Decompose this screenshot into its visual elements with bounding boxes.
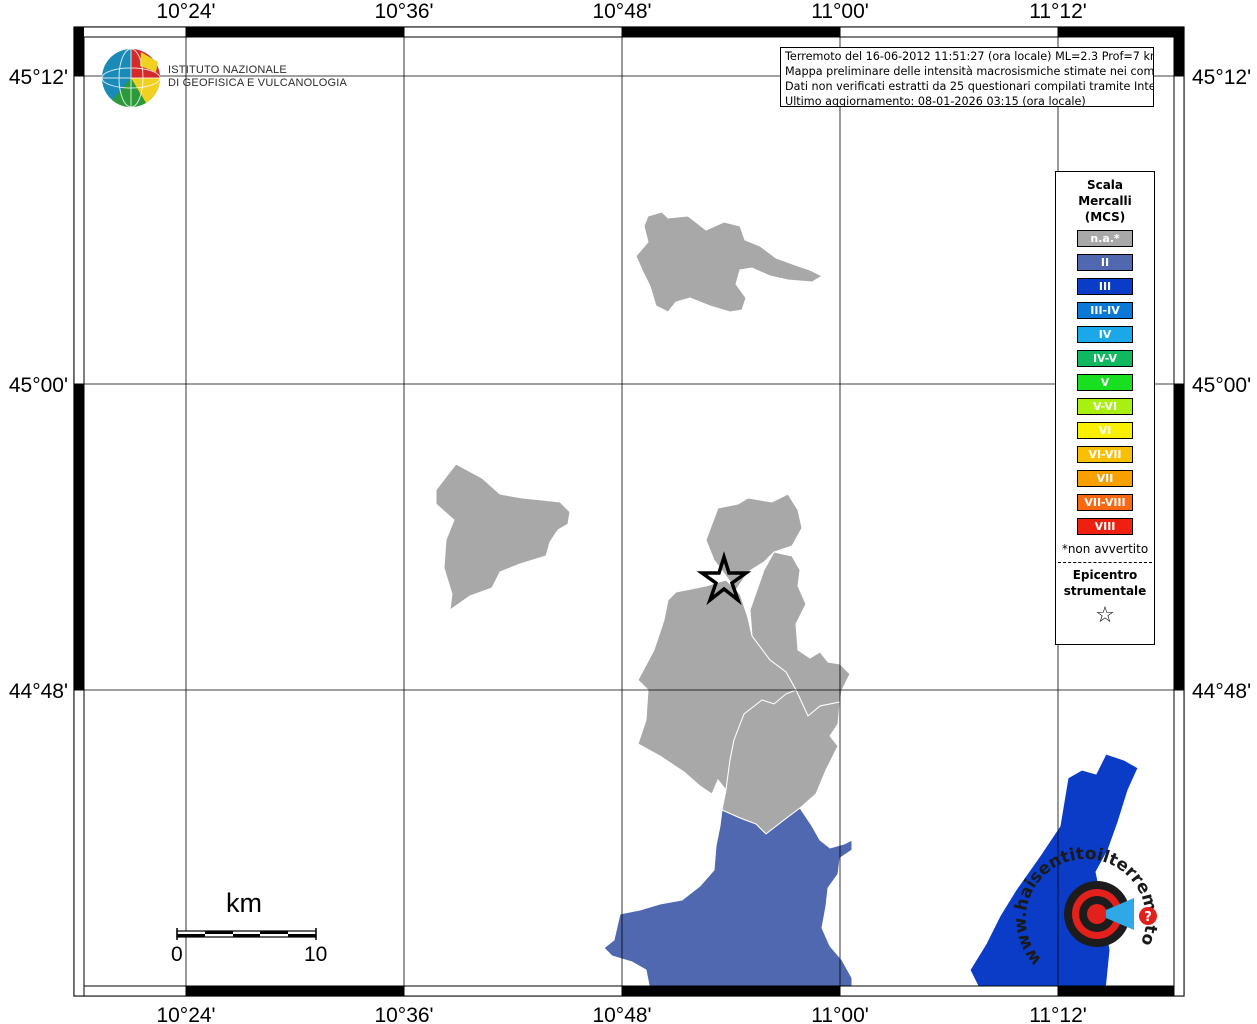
legend-swatch: IV: [1077, 326, 1133, 343]
lon-label: 11°00': [811, 0, 869, 23]
longitude-labels-top: 10°24' 10°36' 10°48' 11°00' 11°12': [156, 0, 1086, 23]
event-info-line: Terremoto del 16-06-2012 11:51:27 (ora l…: [785, 50, 1154, 63]
lat-label: 44°48': [1192, 680, 1251, 703]
lon-label: 10°36': [374, 1004, 433, 1024]
scale-max-label: 10: [304, 943, 328, 966]
legend-swatch: V: [1077, 374, 1133, 391]
lon-label: 10°48': [592, 1004, 651, 1024]
legend-swatch: III-IV: [1077, 302, 1133, 319]
lon-label: 11°00': [811, 1004, 869, 1024]
municipality-west[interactable]: [435, 463, 571, 612]
haisentito-badge[interactable]: www.haisentitoilterremoto.it ?: [0, 0, 1161, 969]
lat-label: 45°00': [1192, 374, 1251, 397]
event-info-box: Terremoto del 16-06-2012 11:51:27 (ora l…: [780, 47, 1154, 107]
legend-swatch: VI-VII: [1077, 446, 1133, 463]
epicenter-star-legend-icon: ☆: [1095, 603, 1115, 628]
badge-text: www.haisentitoilterremoto.it: [0, 0, 1161, 969]
municipality-north[interactable]: [635, 211, 824, 313]
lat-label: 45°12': [1192, 66, 1251, 89]
scale-min-label: 0: [171, 943, 183, 966]
logo-line-2: DI GEOFISICA E VULCANOLOGIA: [168, 77, 347, 89]
lon-label: 10°48': [592, 0, 651, 23]
legend-swatch: VI: [1077, 422, 1133, 439]
latitude-labels-left: 45°12' 45°00' 44°48': [9, 66, 68, 703]
ingv-logo-text: ISTITUTO NAZIONALE DI GEOFISICA E VULCAN…: [168, 64, 347, 90]
legend-swatch: VII: [1077, 470, 1133, 487]
legend-title: Scala Mercalli (MCS): [1078, 178, 1132, 224]
lon-label: 10°36': [374, 0, 433, 23]
scale-bar: [176, 928, 317, 940]
lat-label: 45°00': [9, 374, 68, 397]
lon-label: 10°24': [156, 1004, 215, 1024]
map-frame: [73, 26, 1185, 997]
question-mark: ?: [1144, 910, 1152, 925]
legend-swatch: II: [1077, 254, 1133, 271]
municipality-south-II[interactable]: [603, 807, 853, 991]
epicenter-legend-title: Epicentro strumentale: [1063, 568, 1147, 598]
legend-swatch: VII-VIII: [1077, 494, 1133, 511]
ingv-globe-icon: [101, 48, 161, 108]
event-info-line: Ultimo aggiornamento: 08-01-2026 03:15 (…: [785, 95, 1086, 107]
event-info-line: Dati non verificati estratti da 25 quest…: [785, 80, 1154, 93]
graticule: [74, 30, 1184, 996]
event-info-line: Mappa preliminare delle intensità macros…: [785, 65, 1154, 78]
latitude-labels-right: 45°12' 45°00' 44°48': [1192, 66, 1251, 703]
legend-swatch: V-VI: [1077, 398, 1133, 415]
legend-swatch: III: [1077, 278, 1133, 295]
legend-swatch: VIII: [1077, 518, 1133, 535]
scale-unit-label: km: [226, 888, 262, 918]
intensity-legend: Scala Mercalli (MCS) n.a.* II III III-IV IV I…: [1055, 171, 1155, 645]
lon-label: 11°12': [1029, 0, 1087, 23]
legend-swatch: n.a.*: [1077, 230, 1133, 247]
legend-divider: [1058, 562, 1152, 563]
legend-swatch: IV-V: [1077, 350, 1133, 367]
logo-line-1: ISTITUTO NAZIONALE: [168, 64, 287, 76]
longitude-labels-bottom: 10°24' 10°36' 10°48' 11°00' 11°12': [156, 1004, 1086, 1024]
legend-classes: n.a.* II III III-IV IV IV-V V V-VI VI VI-VII VII VI…: [1056, 230, 1154, 535]
lon-label: 11°12': [1029, 1004, 1087, 1024]
legend-note: *non avvertito: [1061, 542, 1149, 556]
lat-label: 45°12': [9, 66, 68, 89]
lon-label: 10°24': [156, 0, 215, 23]
lat-label: 44°48': [9, 680, 68, 703]
